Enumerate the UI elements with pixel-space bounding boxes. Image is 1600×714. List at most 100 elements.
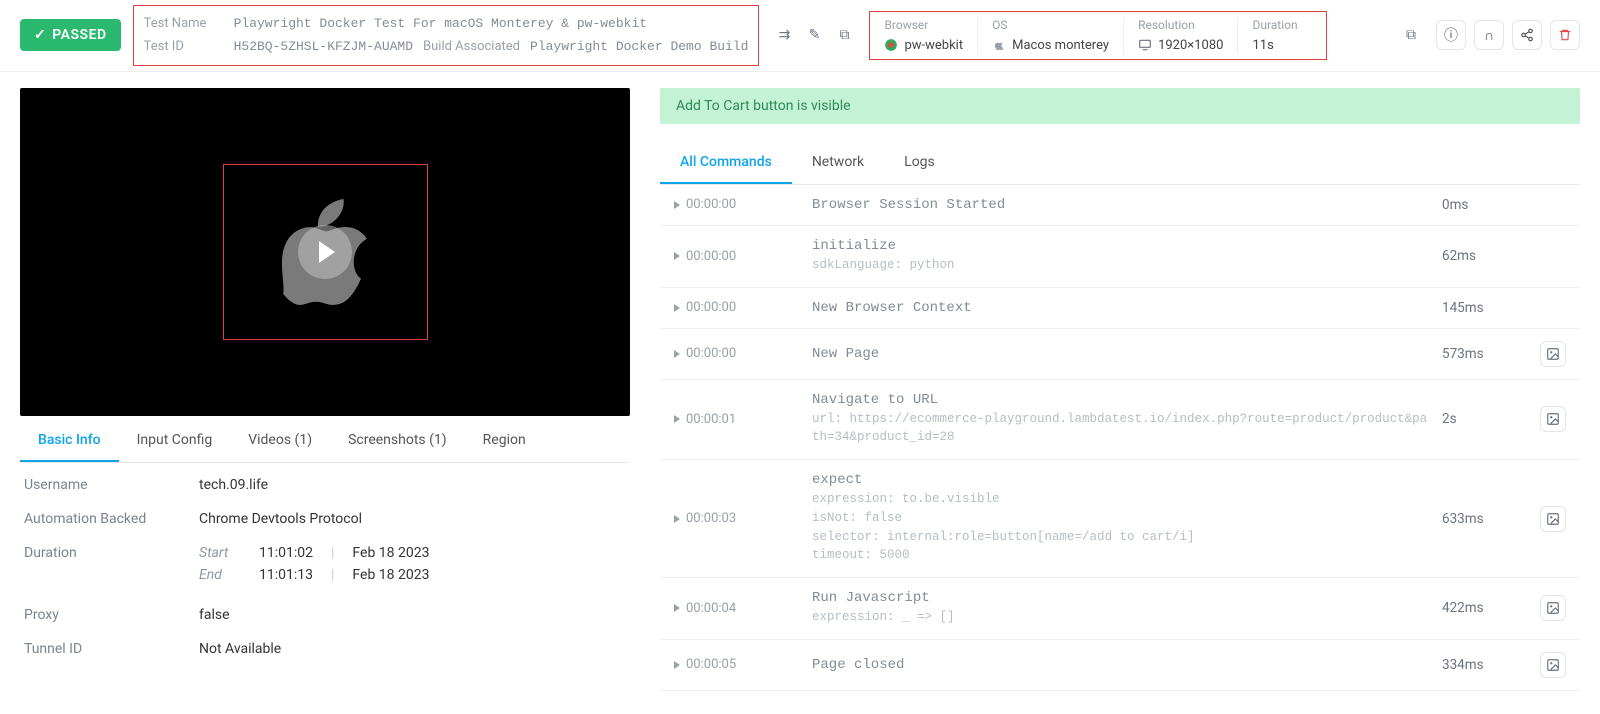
play-button[interactable] xyxy=(298,225,352,279)
tunnel-label: Tunnel ID xyxy=(24,641,199,657)
expand-icon[interactable] xyxy=(674,304,680,312)
command-row[interactable]: 00:00:00 Browser Session Started 0ms xyxy=(660,185,1580,226)
command-body: Run Javascript expression: _ => [] xyxy=(812,590,1434,627)
command-row[interactable]: 00:00:03 expect expression: to.be.visible … xyxy=(660,460,1580,578)
command-duration: 0ms xyxy=(1442,197,1532,213)
screenshot-button[interactable] xyxy=(1540,652,1566,678)
command-row[interactable]: 00:00:00initializesdkLanguage: python62m… xyxy=(660,226,1580,288)
command-timestamp: 00:00:04 xyxy=(674,601,804,616)
command-title: Run Javascript xyxy=(812,590,1434,606)
env-res-label: Resolution xyxy=(1138,18,1223,32)
assertion-banner: Add To Cart button is visible xyxy=(660,88,1580,124)
command-duration: 422ms xyxy=(1442,600,1532,616)
command-row[interactable]: 00:00:05Page closed334ms xyxy=(660,640,1580,691)
share-button[interactable] xyxy=(1512,20,1542,50)
backend-value: Chrome Devtools Protocol xyxy=(199,511,362,527)
command-body: New Browser Context xyxy=(812,300,1434,316)
proxy-label: Proxy xyxy=(24,607,199,623)
expand-icon[interactable] xyxy=(674,350,680,358)
backend-label: Automation Backed xyxy=(24,511,199,527)
expand-icon[interactable] xyxy=(674,515,680,523)
tab-videos[interactable]: Videos (1) xyxy=(230,420,330,462)
command-body: initializesdkLanguage: python xyxy=(812,238,1434,275)
delete-button[interactable] xyxy=(1550,20,1580,50)
bug-button[interactable]: ∩ xyxy=(1474,20,1504,50)
basic-info-panel: Username tech.09.life Automation Backed … xyxy=(20,463,630,671)
env-os-value: Macos monterey xyxy=(992,38,1109,53)
screenshot-button[interactable] xyxy=(1540,506,1566,532)
test-name-label: Test Name xyxy=(144,12,224,35)
command-timestamp: 00:00:05 xyxy=(674,657,804,672)
check-icon: ✓ xyxy=(34,27,46,43)
edit-icon[interactable]: ✎ xyxy=(801,22,827,48)
env-dur-value: 11s xyxy=(1252,38,1297,53)
image-icon xyxy=(1546,512,1560,526)
command-timestamp: 00:00:00 xyxy=(674,346,804,361)
username-label: Username xyxy=(24,477,199,493)
command-details: sdkLanguage: python xyxy=(812,256,1434,275)
video-highlight-box xyxy=(223,164,428,340)
expand-icon[interactable] xyxy=(674,661,680,669)
build-label: Build Associated xyxy=(423,35,520,58)
command-duration: 145ms xyxy=(1442,300,1532,316)
command-duration: 633ms xyxy=(1442,511,1532,527)
command-details: expression: _ => [] xyxy=(812,608,1434,627)
tab-region[interactable]: Region xyxy=(465,420,544,462)
command-row[interactable]: 00:00:01Navigate to URLurl: https://ecom… xyxy=(660,380,1580,461)
screenshot-button[interactable] xyxy=(1540,595,1566,621)
play-icon xyxy=(319,241,335,263)
command-timestamp: 00:00:03 xyxy=(674,511,804,526)
command-details: expression: to.be.visible isNot: false s… xyxy=(812,490,1434,565)
tab-basic-info[interactable]: Basic Info xyxy=(20,420,119,462)
expand-icon[interactable] xyxy=(674,604,680,612)
expand-icon[interactable] xyxy=(674,252,680,260)
tab-logs[interactable]: Logs xyxy=(884,142,955,184)
info-button[interactable]: ⓘ xyxy=(1436,20,1466,50)
command-list[interactable]: 00:00:00Browser Session Started0ms00:00:… xyxy=(660,185,1580,698)
command-duration: 573ms xyxy=(1442,346,1532,362)
tab-input-config[interactable]: Input Config xyxy=(119,420,231,462)
apple-icon xyxy=(992,38,1006,52)
tab-all-commands[interactable]: All Commands xyxy=(660,142,792,184)
command-row[interactable]: 00:00:00 New Browser Context 145ms xyxy=(660,288,1580,329)
command-body: Browser Session Started xyxy=(812,197,1434,213)
command-body: Page closed xyxy=(812,657,1434,673)
start-time: 11:01:02 xyxy=(259,545,313,561)
start-label: Start xyxy=(199,545,241,561)
command-timestamp: 00:00:00 xyxy=(674,197,804,212)
test-id-label: Test ID xyxy=(144,35,224,58)
command-title: expect xyxy=(812,472,1434,488)
env-dur-label: Duration xyxy=(1252,18,1297,32)
filter-icon[interactable]: ⇉ xyxy=(771,22,797,48)
info-tabs: Basic Info Input Config Videos (1) Scree… xyxy=(20,420,630,463)
end-label: End xyxy=(199,567,241,583)
env-os-label: OS xyxy=(992,18,1109,32)
image-icon xyxy=(1546,658,1560,672)
env-browser-value: pw-webkit xyxy=(884,38,963,53)
playwright-icon xyxy=(884,38,898,52)
command-row[interactable]: 00:00:04 Run Javascript expression: _ => [… xyxy=(660,578,1580,640)
command-row[interactable]: 00:00:00 New Page 573ms xyxy=(660,329,1580,380)
end-date: Feb 18 2023 xyxy=(352,567,429,583)
screenshot-button[interactable] xyxy=(1540,406,1566,432)
tunnel-value: Not Available xyxy=(199,641,281,657)
build-value: Playwright Docker Demo Build xyxy=(530,35,748,58)
command-title: New Browser Context xyxy=(812,300,1434,316)
copy-icon[interactable]: ⧉ xyxy=(831,22,857,48)
command-timestamp: 00:00:01 xyxy=(674,412,804,427)
command-body: New Page xyxy=(812,346,1434,362)
copy-build-icon[interactable]: ⧉ xyxy=(1398,22,1424,48)
expand-icon[interactable] xyxy=(674,415,680,423)
trash-icon xyxy=(1558,28,1572,42)
env-browser-label: Browser xyxy=(884,18,963,32)
command-timestamp: 00:00:00 xyxy=(674,300,804,315)
tab-network[interactable]: Network xyxy=(792,142,884,184)
command-body: expect expression: to.be.visible isNot: f… xyxy=(812,472,1434,565)
expand-icon[interactable] xyxy=(674,201,680,209)
screenshot-button[interactable] xyxy=(1540,341,1566,367)
video-preview[interactable] xyxy=(20,88,630,416)
tab-screenshots[interactable]: Screenshots (1) xyxy=(330,420,465,462)
command-duration: 2s xyxy=(1442,411,1532,427)
command-details: url: https://ecommerce-playground.lambda… xyxy=(812,410,1434,448)
share-icon xyxy=(1520,28,1534,42)
